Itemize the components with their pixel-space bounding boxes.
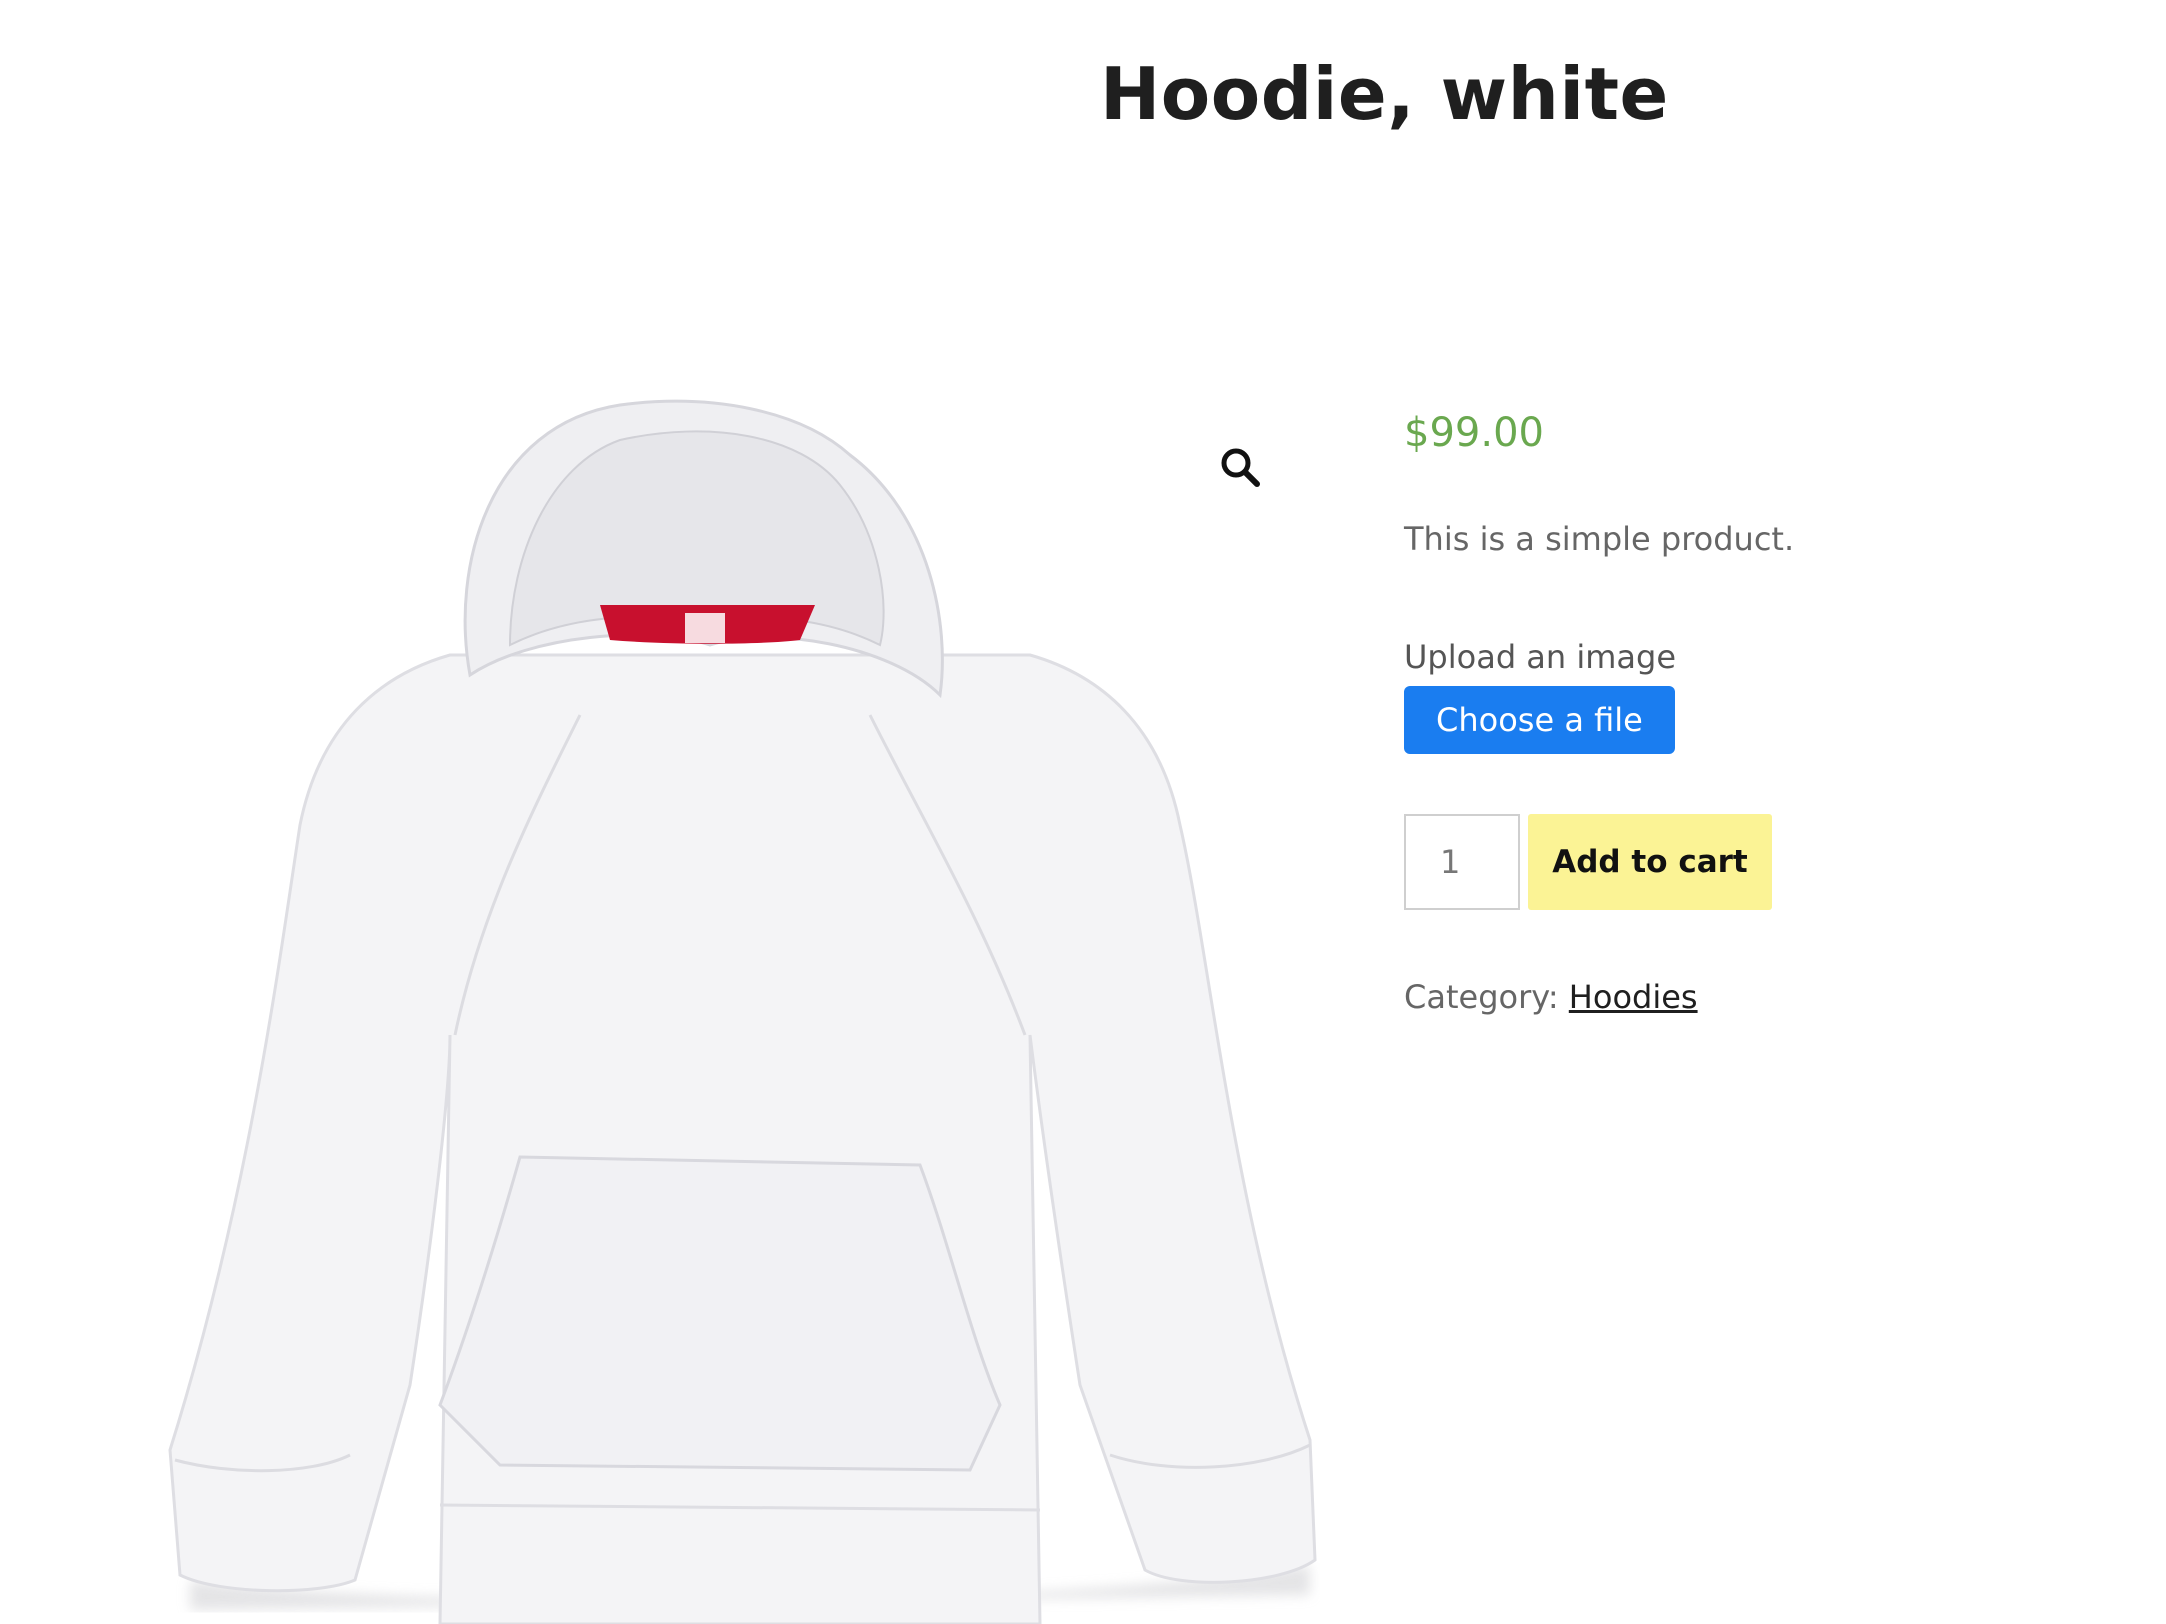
gallery-zoom-button[interactable] <box>1216 443 1264 491</box>
magnifier-icon <box>1221 448 1260 487</box>
choose-file-button[interactable]: Choose a file <box>1404 686 1675 754</box>
category-link-hoodies[interactable]: Hoodies <box>1569 978 1698 1016</box>
product-image <box>168 399 1317 1624</box>
product-short-description: This is a simple product. <box>1404 520 1795 558</box>
product-gallery <box>150 395 1320 1624</box>
product-price: $99.00 <box>1404 410 1544 456</box>
upload-image-label: Upload an image <box>1404 638 1677 676</box>
product-meta: Category: Hoodies <box>1404 978 1698 1016</box>
product-title: Hoodie, white <box>1100 52 1669 136</box>
quantity-input[interactable] <box>1404 814 1520 910</box>
add-to-cart-button[interactable]: Add to cart <box>1528 814 1772 910</box>
category-label: Category: <box>1404 978 1559 1016</box>
